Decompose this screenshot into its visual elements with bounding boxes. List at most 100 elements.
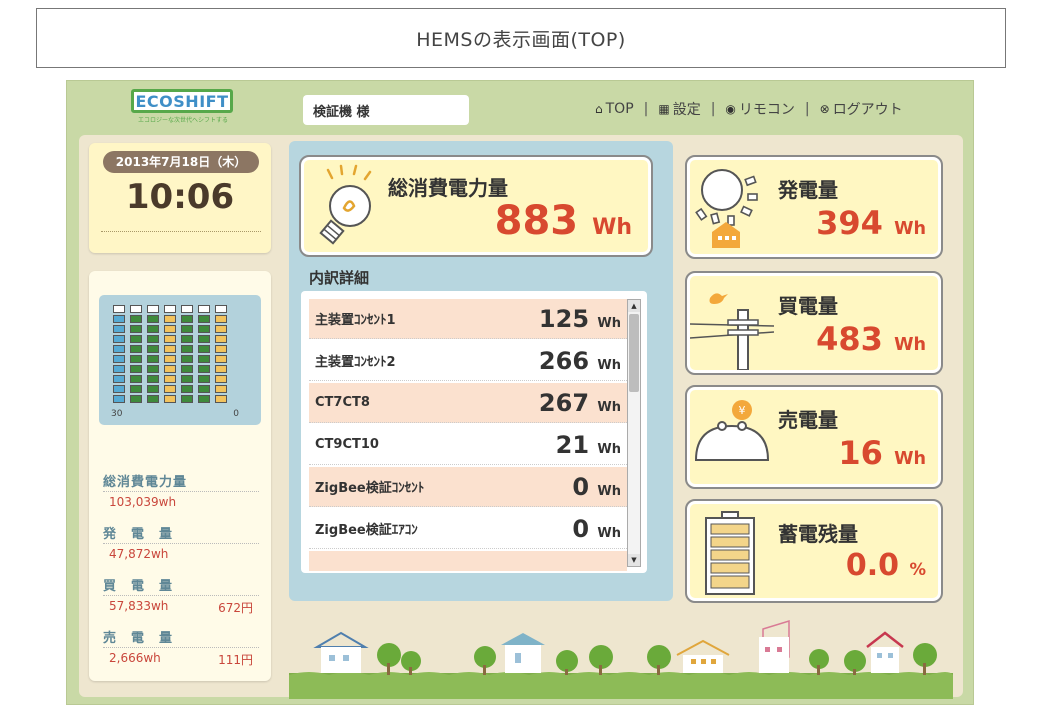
home-icon: ⌂: [595, 102, 603, 116]
total-consumption-card[interactable]: 総消費電力量 883 Wh: [299, 155, 653, 257]
grid-icon: ▦: [658, 102, 670, 116]
hems-app: ECOSHIFT エコロジーな次世代へシフトする 検証機 様 ⌂ TOP | ▦…: [66, 80, 974, 705]
card-value: 16 Wh: [838, 434, 926, 472]
meter-cell: [181, 385, 193, 393]
nav-remote[interactable]: ◉ リモコン: [725, 99, 794, 119]
item-name: 主装置ｺﾝｾﾝﾄ1: [315, 313, 396, 328]
meter-cell: [215, 395, 227, 403]
list-item[interactable]: CT7CT8 267 Wh: [309, 383, 627, 423]
item-value: 21 Wh: [556, 431, 621, 459]
meter-cell: [113, 335, 125, 343]
meter-cell: [198, 345, 210, 353]
lightbulb-icon: [319, 164, 372, 245]
sun-house-icon: [695, 169, 758, 248]
meter-cell: [198, 355, 210, 363]
stat-value: 47,872wh: [109, 547, 169, 561]
meter-cell: [181, 365, 193, 373]
logo-tagline: エコロジーな次世代へシフトする: [137, 117, 228, 124]
meter-cell: [215, 345, 227, 353]
battery-card[interactable]: 蓄電残量 0.0 %: [685, 499, 943, 603]
stat-yen: 672円: [218, 601, 253, 615]
meter-cell: [198, 385, 210, 393]
list-scrollbar[interactable]: ▲ ▼: [627, 299, 641, 567]
nav-divider: |: [643, 101, 649, 117]
meter-cell: [147, 365, 159, 373]
value-number: 483: [816, 320, 883, 358]
meter-column: [181, 305, 193, 403]
meter-cell: [164, 395, 176, 403]
meter-cell: [113, 325, 125, 333]
stat-label: 発 電 量: [103, 523, 259, 544]
stat-label: 売 電 量: [103, 627, 259, 648]
stat-label: 買 電 量: [103, 575, 259, 596]
list-item[interactable]: 主装置ｺﾝｾﾝﾄ1 125 Wh: [309, 299, 627, 339]
nav-settings[interactable]: ▦ 設定: [658, 99, 700, 119]
value-unit: Wh: [597, 441, 621, 457]
purchase-card[interactable]: 買電量 483 Wh: [685, 271, 943, 375]
meter-cell: [147, 385, 159, 393]
meter-cell: [130, 315, 142, 323]
meter-cell: [215, 365, 227, 373]
item-value: 267 Wh: [539, 389, 621, 417]
meter-cell: [113, 395, 125, 403]
list-item[interactable]: 主装置ｺﾝｾﾝﾄ2 266 Wh: [309, 341, 627, 381]
scroll-down-icon[interactable]: ▼: [628, 554, 640, 566]
card-value: 483 Wh: [816, 320, 926, 358]
meter-cell: [198, 375, 210, 383]
meter-column: [147, 305, 159, 403]
nav-logout[interactable]: ⊗ ログアウト: [820, 99, 903, 119]
card-title: 買電量: [778, 294, 838, 318]
card-title: 蓄電残量: [778, 522, 858, 546]
scroll-thumb[interactable]: [629, 314, 639, 392]
level-meter: 30 0: [99, 295, 261, 425]
breakdown-list: 主装置ｺﾝｾﾝﾄ1 125 Wh 主装置ｺﾝｾﾝﾄ2 266 Wh CT7CT8…: [301, 291, 647, 573]
meter-cell: [147, 305, 159, 313]
meter-cell: [198, 335, 210, 343]
meter-column: [198, 305, 210, 403]
user-name: 検証機 様: [303, 95, 469, 125]
list-item[interactable]: ZigBee検証ｴｱｺﾝ 0 Wh: [309, 509, 627, 549]
meter-cell: [181, 375, 193, 383]
nav-top[interactable]: ⌂ TOP: [595, 101, 634, 117]
meter-cell: [164, 325, 176, 333]
datetime-panel: 2013年7月18日（木） 10:06: [89, 143, 271, 253]
item-value: 0 Wh: [572, 515, 621, 543]
meter-cell: [130, 385, 142, 393]
nav-remote-label: リモコン: [738, 102, 795, 118]
meter-cell: [198, 395, 210, 403]
value-unit: Wh: [597, 525, 621, 541]
item-name: ZigBee検証ｺﾝｾﾝﾄ: [315, 481, 425, 496]
stat-value: 103,039wh: [109, 495, 177, 509]
meter-cell: [147, 335, 159, 343]
list-item[interactable]: ZigBee検証ｺﾝｾﾝﾄ 0 Wh: [309, 467, 627, 507]
meter-cell: [130, 395, 142, 403]
stat-purchase: 買 電 量 57,833wh 672円: [103, 575, 259, 616]
value-number: 0: [572, 472, 590, 501]
meter-cell: [198, 305, 210, 313]
value-unit: %: [909, 560, 926, 579]
meter-cell: [215, 315, 227, 323]
meter-cell: [147, 395, 159, 403]
consumption-panel: 総消費電力量 883 Wh 内訳詳細 主装置ｺﾝｾﾝﾄ1 125 Wh 主装置ｺ…: [289, 141, 673, 601]
nav-divider: |: [804, 101, 810, 117]
stat-generation: 発 電 量 47,872wh: [103, 523, 259, 561]
meter-cell: [164, 335, 176, 343]
meter-cell: [113, 305, 125, 313]
stat-value: 2,666wh: [109, 651, 161, 665]
meter-cell: [113, 315, 125, 323]
value-unit: Wh: [894, 335, 926, 355]
meter-cell: [147, 315, 159, 323]
ecoshift-logo[interactable]: ECOSHIFT エコロジーな次世代へシフトする: [131, 89, 235, 124]
scroll-up-icon[interactable]: ▲: [628, 300, 640, 312]
meter-cell: [198, 365, 210, 373]
generation-card[interactable]: 発電量 394 Wh: [685, 155, 943, 259]
value-number: 267: [538, 388, 590, 417]
nav-divider: |: [710, 101, 716, 117]
list-item[interactable]: CT9CT10 21 Wh: [309, 425, 627, 465]
card-value: 394 Wh: [816, 204, 926, 242]
sale-card[interactable]: ¥ 売電量 16 Wh: [685, 385, 943, 489]
card-value: 0.0 %: [846, 548, 926, 583]
meter-cell: [215, 325, 227, 333]
value-number: 394: [816, 204, 883, 242]
meter-cell: [130, 355, 142, 363]
